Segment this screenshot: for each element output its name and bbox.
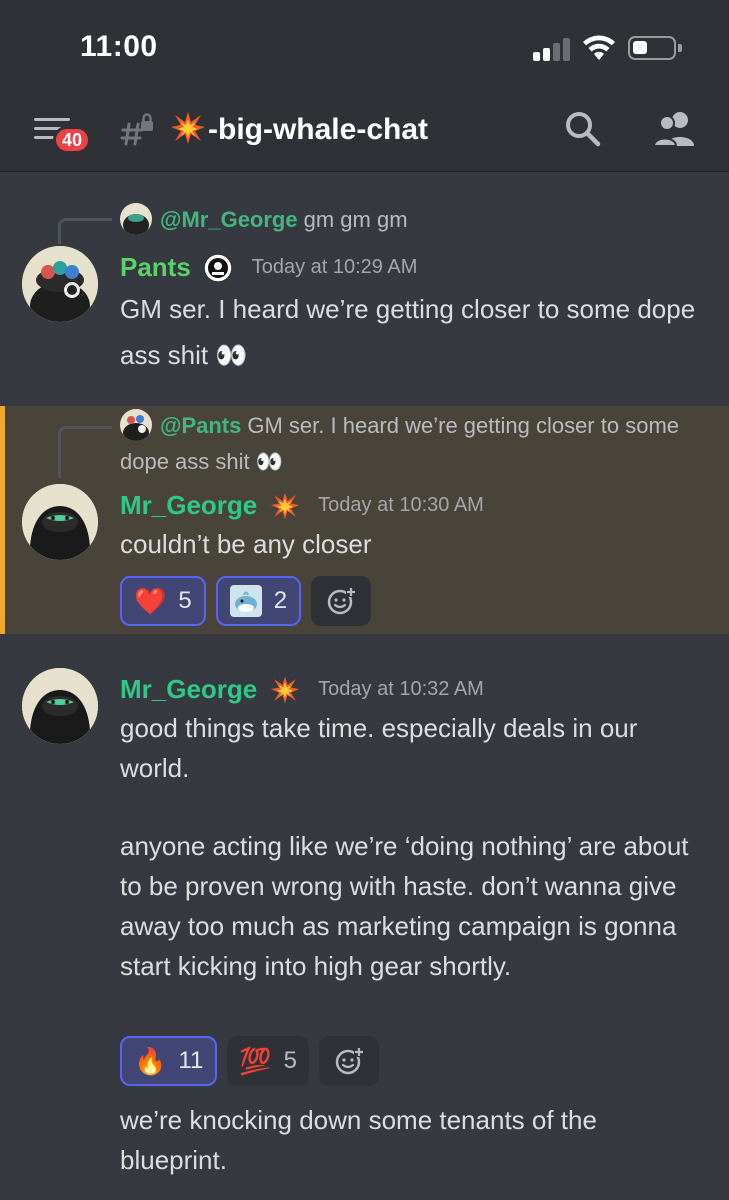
members-list-icon[interactable]: [652, 110, 696, 148]
message-paragraph: good things take time. especially deals …: [120, 713, 638, 783]
reactions-bar: 🔥 11 💯 5: [120, 1036, 380, 1086]
message-content: GM ser. I heard we’re getting closer to …: [120, 294, 696, 370]
reaction-heart[interactable]: ❤️ 5: [120, 576, 206, 626]
reaction-count: 11: [178, 1047, 204, 1074]
message-paragraph: anyone acting like we’re ‘doing nothing’…: [120, 831, 689, 981]
collision-role-icon: [270, 676, 299, 703]
pants-avatar[interactable]: [22, 246, 98, 322]
add-reaction-button[interactable]: [311, 576, 372, 626]
timestamp: Today at 10:32 AM: [318, 678, 484, 700]
message-content: couldn’t be any closer: [120, 529, 372, 559]
reply-avatar: [120, 409, 152, 441]
status-bar: 11:00: [0, 0, 729, 92]
channel-header: 40 -big-whale-chat: [0, 92, 729, 172]
reply-mention[interactable]: @Pants: [160, 413, 241, 438]
mr-george-avatar[interactable]: [22, 668, 98, 744]
collision-emoji-icon: [171, 112, 205, 144]
add-reaction-icon: [327, 587, 357, 615]
battery-icon: [628, 36, 682, 60]
reply-connector: [58, 218, 112, 244]
author-name[interactable]: Mr_George: [120, 674, 257, 704]
locked-channel-icon: [120, 113, 153, 146]
author-name[interactable]: Mr_George: [120, 490, 257, 520]
cellular-signal-icon: [533, 37, 573, 61]
reaction-count: 2: [273, 587, 288, 614]
reaction-count: 5: [178, 587, 192, 614]
wifi-icon: [583, 35, 615, 60]
add-reaction-button[interactable]: [319, 1036, 380, 1086]
reply-avatar: [120, 203, 152, 235]
search-icon[interactable]: [564, 110, 602, 148]
collision-role-icon: [270, 492, 299, 519]
reaction-whale[interactable]: 2: [215, 576, 302, 626]
reaction-fire[interactable]: 🔥 11: [120, 1036, 218, 1086]
timestamp: Today at 10:29 AM: [251, 256, 418, 278]
reactions-bar: ❤️ 5 2: [120, 576, 372, 626]
reaction-hundred[interactable]: 💯 5: [227, 1036, 310, 1086]
hundred-points-emoji-icon: 💯: [239, 1046, 272, 1076]
unread-mentions-badge: 40: [53, 126, 92, 154]
message-header: Mr_George Today at 10:30 AM: [120, 490, 484, 521]
reaction-count: 5: [283, 1047, 298, 1074]
reply-text: gm gm gm: [303, 207, 408, 232]
whale-emoji-icon: [229, 585, 262, 617]
mr-george-avatar[interactable]: [22, 484, 98, 560]
reply-connector: [58, 426, 112, 478]
add-reaction-icon: [335, 1047, 365, 1075]
message-header: Pants Today at 10:29 AM: [120, 252, 417, 283]
reply-preview[interactable]: @Mr_George gm gm gm: [120, 202, 408, 238]
message-content: good things take time. especially deals …: [120, 708, 710, 986]
reply-preview[interactable]: @Pants GM ser. I heard we’re getting clos…: [120, 408, 680, 480]
status-time: 11:00: [80, 30, 158, 63]
channel-name-text: -big-whale-chat: [208, 113, 429, 146]
heart-emoji-icon: ❤️: [134, 586, 167, 616]
message-content-followup: we’re knocking down some tenants of the …: [120, 1105, 597, 1175]
author-name[interactable]: Pants: [120, 252, 191, 282]
reply-mention[interactable]: @Mr_George: [160, 207, 298, 232]
message-header: Mr_George Today at 10:32 AM: [120, 674, 484, 705]
timestamp: Today at 10:30 AM: [318, 494, 484, 516]
fire-emoji-icon: 🔥: [134, 1046, 167, 1076]
role-badge-icon: [203, 252, 234, 283]
channel-title[interactable]: -big-whale-chat: [170, 111, 428, 147]
